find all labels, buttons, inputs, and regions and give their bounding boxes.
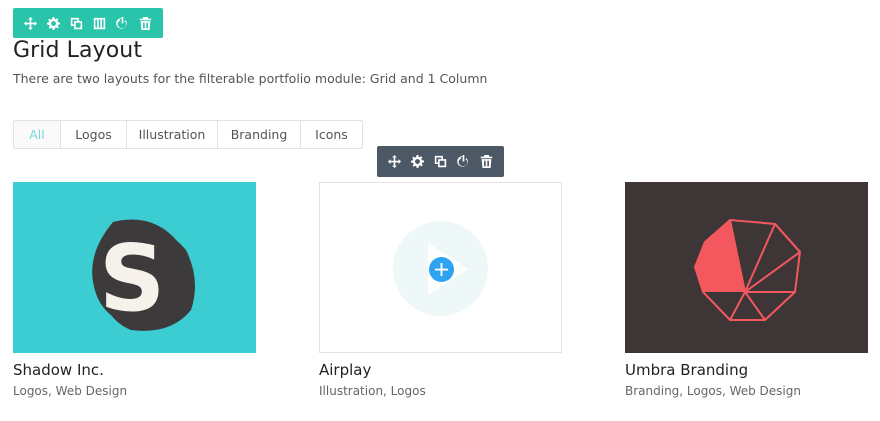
s-logo-icon: S — [92, 219, 195, 332]
module-toolbar — [377, 146, 504, 177]
power-icon[interactable] — [452, 147, 475, 177]
filter-illustration[interactable]: Illustration — [127, 121, 218, 148]
trash-icon[interactable] — [475, 147, 498, 177]
page-description: There are two layouts for the filterable… — [13, 71, 488, 86]
filter-branding[interactable]: Branding — [218, 121, 301, 148]
page-title: Grid Layout — [13, 38, 143, 63]
portfolio-thumbnail[interactable] — [319, 182, 562, 353]
portfolio-item-title[interactable]: Shadow Inc. — [13, 361, 256, 379]
power-icon[interactable] — [111, 8, 134, 38]
portfolio-item-categories: Branding, Logos, Web Design — [625, 384, 801, 398]
portfolio-item-title[interactable]: Umbra Branding — [625, 361, 868, 379]
settings-icon[interactable] — [42, 8, 65, 38]
columns-icon[interactable] — [88, 8, 111, 38]
portfolio-thumbnail[interactable]: S — [13, 182, 256, 353]
portfolio-item-title[interactable]: Airplay — [319, 361, 562, 379]
duplicate-icon[interactable] — [429, 147, 452, 177]
duplicate-icon[interactable] — [65, 8, 88, 38]
filter-logos[interactable]: Logos — [61, 121, 127, 148]
polyhedron-logo-icon — [693, 218, 802, 321]
filter-icons[interactable]: Icons — [301, 121, 362, 148]
section-toolbar — [13, 8, 163, 38]
portfolio-thumbnail[interactable] — [625, 182, 868, 353]
trash-icon[interactable] — [134, 8, 157, 38]
plus-icon — [434, 262, 449, 277]
move-icon[interactable] — [383, 147, 406, 177]
svg-text:S: S — [99, 225, 165, 332]
portfolio-filters: All Logos Illustration Branding Icons — [13, 120, 363, 149]
portfolio-item-categories: Illustration, Logos — [319, 384, 426, 398]
settings-icon[interactable] — [406, 147, 429, 177]
portfolio-item-shadow-inc[interactable]: S Shadow Inc. Logos, Web Design — [13, 182, 256, 398]
add-image-button[interactable] — [429, 257, 454, 282]
filter-all[interactable]: All — [14, 121, 61, 148]
move-icon[interactable] — [19, 8, 42, 38]
portfolio-item-categories: Logos, Web Design — [13, 384, 128, 398]
portfolio-item-umbra-branding[interactable]: Umbra Branding Branding, Logos, Web Desi… — [625, 182, 868, 398]
portfolio-item-airplay[interactable]: Airplay Illustration, Logos — [319, 182, 562, 398]
